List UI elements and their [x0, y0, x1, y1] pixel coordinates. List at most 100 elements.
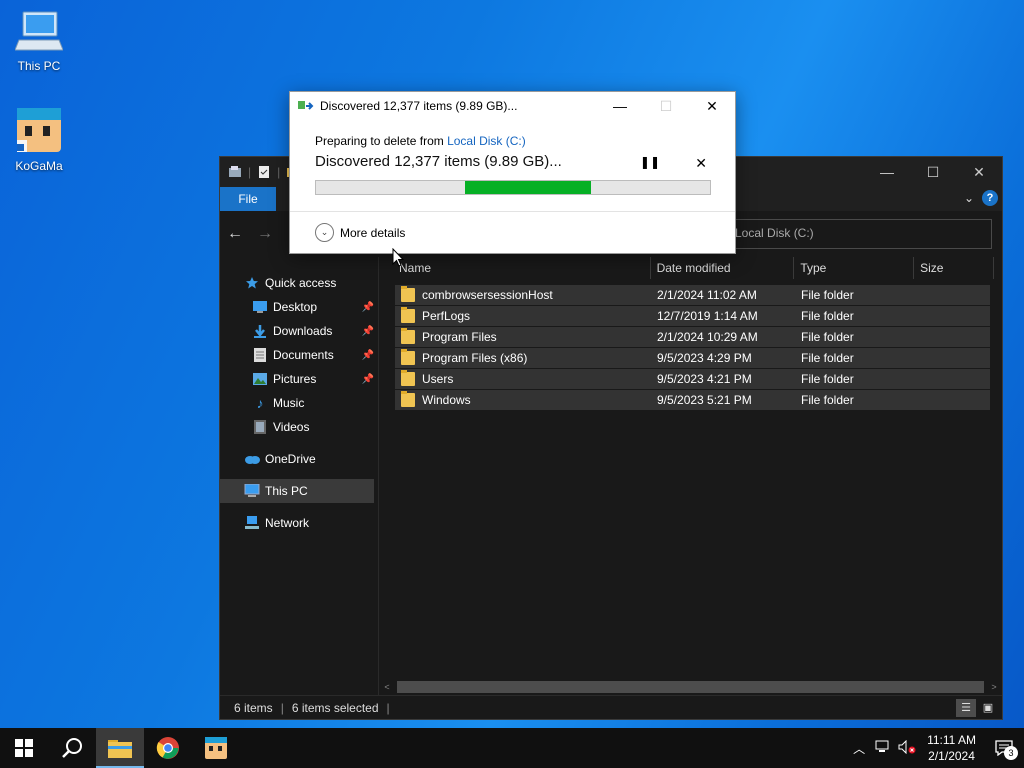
clock-time: 11:11 AM	[927, 733, 976, 747]
large-icons-view-icon[interactable]: ▣	[978, 699, 998, 717]
expand-ribbon-chevron-icon[interactable]: ⌄	[964, 191, 974, 205]
sidebar-item-downloads[interactable]: Downloads 📌	[220, 319, 378, 343]
back-arrow-icon[interactable]: ←	[220, 225, 250, 243]
desktop-icon-this-pc[interactable]: This PC	[4, 10, 74, 73]
file-type: File folder	[801, 393, 854, 407]
progress-fill	[464, 181, 591, 194]
action-center-button[interactable]: 3	[984, 728, 1024, 768]
system-tray: ︿ 11:11 AM 2/1/2024 3	[847, 728, 1024, 768]
network-icon[interactable]	[871, 740, 895, 757]
network-icon	[244, 515, 260, 531]
music-note-icon: ♪	[256, 395, 264, 411]
view-toggles: ☰ ▣	[956, 698, 1002, 717]
sidebar-item-pictures[interactable]: Pictures 📌	[220, 367, 378, 391]
chevron-up-icon[interactable]: ︿	[847, 740, 871, 757]
clock[interactable]: 11:11 AM 2/1/2024	[919, 732, 984, 764]
dialog-title: Discovered 12,377 items (9.89 GB)...	[320, 99, 518, 113]
folder-icon	[401, 370, 415, 386]
sidebar-item-onedrive[interactable]: OneDrive	[220, 447, 378, 471]
taskbar-kogama[interactable]	[192, 728, 240, 768]
folder-icon	[401, 286, 415, 302]
selected-count: 6 items selected	[291, 700, 379, 715]
sidebar-item-network[interactable]: Network	[220, 511, 378, 535]
file-date: 9/5/2023 4:29 PM	[657, 351, 752, 365]
sidebar-item-music[interactable]: ♪ Music	[220, 391, 378, 415]
scrollbar-thumb[interactable]	[397, 681, 984, 693]
properties-icon[interactable]	[228, 165, 242, 179]
column-header-name[interactable]: Name	[393, 257, 651, 279]
download-arrow-icon	[252, 323, 268, 339]
file-name: combrowsersessionHost	[422, 288, 553, 302]
table-row[interactable]: combrowsersessionHost 2/1/2024 11:02 AM …	[395, 285, 990, 306]
forward-arrow-icon[interactable]: →	[250, 225, 280, 243]
sidebar-item-videos[interactable]: Videos	[220, 415, 378, 439]
progress-bar	[315, 180, 711, 195]
maximize-button[interactable]: ☐	[910, 157, 956, 187]
column-headers: Name Date modified Type Size	[393, 257, 994, 279]
more-details-label: More details	[340, 225, 406, 240]
table-row[interactable]: Users 9/5/2023 4:21 PM File folder	[395, 369, 990, 390]
volume-muted-icon[interactable]	[895, 739, 919, 757]
desktop-icon-kogama[interactable]: KoGaMa	[4, 106, 74, 173]
help-icon[interactable]: ?	[982, 190, 998, 206]
sidebar-item-label: Pictures	[273, 372, 317, 386]
file-date: 2/1/2024 10:29 AM	[657, 330, 758, 344]
kogama-icon	[17, 108, 61, 152]
checklist-icon[interactable]	[257, 165, 271, 179]
scroll-left-icon[interactable]: <	[379, 682, 395, 692]
desktop-icon-label: This PC	[17, 59, 61, 73]
source-link[interactable]: Local Disk (C:)	[447, 134, 526, 148]
taskbar-chrome[interactable]	[144, 728, 192, 768]
cloud-icon	[244, 451, 260, 467]
sidebar-item-documents[interactable]: Documents 📌	[220, 343, 378, 367]
document-icon	[252, 347, 268, 363]
column-header-type[interactable]: Type	[794, 257, 915, 279]
windows-logo-icon	[15, 739, 33, 757]
sidebar-item-label: Downloads	[273, 324, 333, 338]
address-bar[interactable]: Local Disk (C:)	[724, 219, 992, 249]
taskbar: ︿ 11:11 AM 2/1/2024 3	[0, 728, 1024, 768]
status-separator: |	[280, 700, 284, 715]
folder-icon	[401, 307, 415, 323]
search-button[interactable]	[48, 728, 96, 768]
desktop-icon	[252, 299, 268, 315]
start-button[interactable]	[0, 728, 48, 768]
minimize-button[interactable]: —	[864, 157, 910, 187]
status-bar: 6 items | 6 items selected | ☰ ▣	[220, 695, 1002, 719]
dialog-titlebar: Discovered 12,377 items (9.89 GB)... — ☐…	[290, 92, 735, 120]
sidebar-item-quick-access[interactable]: Quick access	[220, 271, 378, 295]
maximize-button: ☐	[659, 97, 673, 114]
file-name: Users	[422, 372, 454, 386]
file-tab[interactable]: File	[220, 187, 276, 211]
close-button[interactable]: ✕	[956, 157, 1002, 187]
item-count: 6 items	[234, 700, 273, 715]
search-icon	[62, 738, 82, 758]
file-name: Windows	[422, 393, 471, 407]
horizontal-scrollbar[interactable]: < >	[379, 679, 1002, 695]
pause-icon[interactable]: ❚❚	[640, 155, 660, 169]
sidebar-item-label: OneDrive	[265, 452, 316, 466]
scroll-right-icon[interactable]: >	[986, 682, 1002, 692]
file-name: PerfLogs	[422, 309, 471, 323]
sidebar-item-label: Music	[273, 396, 305, 410]
sidebar-item-desktop[interactable]: Desktop 📌	[220, 295, 378, 319]
table-row[interactable]: Program Files 2/1/2024 10:29 AM File fol…	[395, 327, 990, 348]
explorer-window-controls: — ☐ ✕	[864, 157, 1002, 187]
close-button[interactable]: ✕	[689, 92, 735, 120]
computer-icon	[244, 483, 260, 499]
kogama-icon	[205, 737, 227, 759]
sidebar-item-this-pc[interactable]: This PC	[220, 479, 374, 503]
file-name: Program Files	[422, 330, 497, 344]
column-header-size[interactable]: Size	[914, 257, 994, 279]
table-row[interactable]: Program Files (x86) 9/5/2023 4:29 PM Fil…	[395, 348, 990, 369]
table-row[interactable]: Windows 9/5/2023 5:21 PM File folder	[395, 390, 990, 411]
more-details-button[interactable]: ⌄ More details	[315, 223, 405, 242]
taskbar-file-explorer[interactable]	[96, 728, 144, 768]
cancel-icon[interactable]: ✕	[695, 155, 707, 172]
sidebar-item-label: Documents	[273, 348, 334, 362]
table-row[interactable]: PerfLogs 12/7/2019 1:14 AM File folder	[395, 306, 990, 327]
minimize-button[interactable]: —	[597, 92, 643, 120]
column-header-date[interactable]: Date modified	[651, 257, 795, 279]
dialog-window-controls: — ☐ ✕	[597, 92, 735, 120]
details-view-icon[interactable]: ☰	[956, 698, 976, 717]
